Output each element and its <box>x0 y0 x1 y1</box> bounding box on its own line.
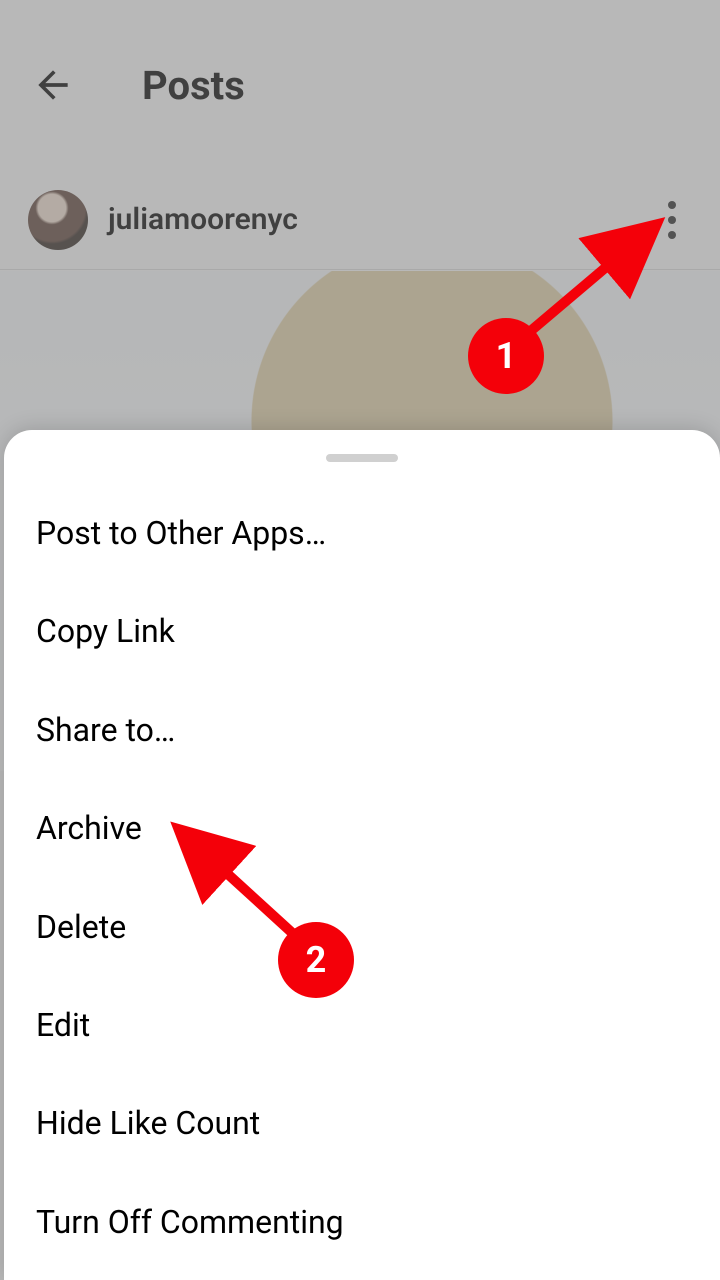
menu-item-edit[interactable]: Edit <box>36 976 688 1074</box>
menu-item-hide-like-count[interactable]: Hide Like Count <box>36 1074 688 1172</box>
menu-item-post-to-other-apps[interactable]: Post to Other Apps… <box>36 484 688 582</box>
screen: Posts juliamoorenyc Post to Other Apps… … <box>0 0 720 1280</box>
menu-item-share-to[interactable]: Share to… <box>36 681 688 779</box>
sheet-grabber[interactable] <box>326 454 398 462</box>
options-menu: Post to Other Apps… Copy Link Share to… … <box>4 484 720 1271</box>
menu-item-turn-off-commenting[interactable]: Turn Off Commenting <box>36 1173 688 1271</box>
menu-item-copy-link[interactable]: Copy Link <box>36 582 688 680</box>
menu-item-delete[interactable]: Delete <box>36 878 688 976</box>
menu-item-archive[interactable]: Archive <box>36 779 688 877</box>
bottom-sheet: Post to Other Apps… Copy Link Share to… … <box>4 430 720 1280</box>
